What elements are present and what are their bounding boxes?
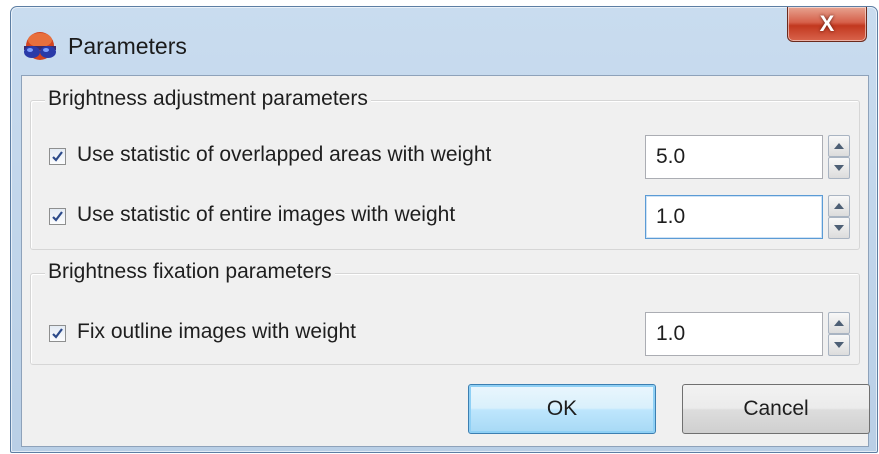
fix-outline-spinbox — [645, 312, 873, 356]
fixation-group-title: Brightness fixation parameters — [45, 260, 335, 284]
overlapped-areas-checkbox[interactable] — [49, 148, 66, 165]
spin-buttons — [828, 195, 850, 239]
entire-images-spinbox — [645, 195, 873, 239]
check-icon — [52, 151, 63, 162]
entire-images-checkbox[interactable] — [49, 208, 66, 225]
fixation-group: Brightness fixation parameters Fix outli… — [30, 260, 860, 365]
entire-images-label: Use statistic of entire images with weig… — [77, 203, 456, 226]
dialog-title: Parameters — [68, 33, 187, 59]
spin-up-icon — [834, 203, 844, 209]
dialog-body: Brightness adjustment parameters Use sta… — [21, 75, 870, 447]
fix-outline-decrement-button[interactable] — [828, 334, 850, 356]
spin-up-icon — [834, 320, 844, 326]
entire-images-row: Use statistic of entire images with weig… — [49, 195, 859, 239]
entire-images-weight-input[interactable] — [645, 195, 823, 239]
overlapped-areas-increment-button[interactable] — [828, 135, 850, 157]
spin-down-icon — [834, 342, 844, 348]
overlapped-areas-weight-input[interactable] — [645, 135, 823, 179]
close-icon: X — [819, 11, 835, 36]
overlapped-areas-spinbox — [645, 135, 873, 179]
parameters-dialog: Parameters X Brightness adjustment param… — [10, 6, 878, 453]
fix-outline-label: Fix outline images with weight — [77, 320, 356, 343]
close-button[interactable]: X — [787, 7, 867, 42]
spin-down-icon — [834, 225, 844, 231]
overlapped-areas-row: Use statistic of overlapped areas with w… — [49, 135, 859, 179]
entire-images-decrement-button[interactable] — [828, 217, 850, 239]
check-icon — [52, 328, 63, 339]
cancel-button[interactable]: Cancel — [682, 384, 870, 434]
spin-up-icon — [834, 143, 844, 149]
fix-outline-checkbox[interactable] — [49, 325, 66, 342]
fix-outline-increment-button[interactable] — [828, 312, 850, 334]
check-icon — [52, 211, 63, 222]
entire-images-increment-button[interactable] — [828, 195, 850, 217]
title-bar[interactable]: Parameters X — [11, 7, 877, 75]
fix-outline-weight-input[interactable] — [645, 312, 823, 356]
spin-buttons — [828, 312, 850, 356]
adjustment-group: Brightness adjustment parameters Use sta… — [30, 87, 860, 250]
overlapped-areas-label: Use statistic of overlapped areas with w… — [77, 143, 492, 166]
fix-outline-row: Fix outline images with weight — [49, 312, 859, 356]
ok-button[interactable]: OK — [468, 384, 656, 434]
app-glasses-icon — [24, 32, 56, 60]
overlapped-areas-decrement-button[interactable] — [828, 157, 850, 179]
adjustment-group-title: Brightness adjustment parameters — [45, 87, 371, 111]
spin-down-icon — [834, 165, 844, 171]
spin-buttons — [828, 135, 850, 179]
